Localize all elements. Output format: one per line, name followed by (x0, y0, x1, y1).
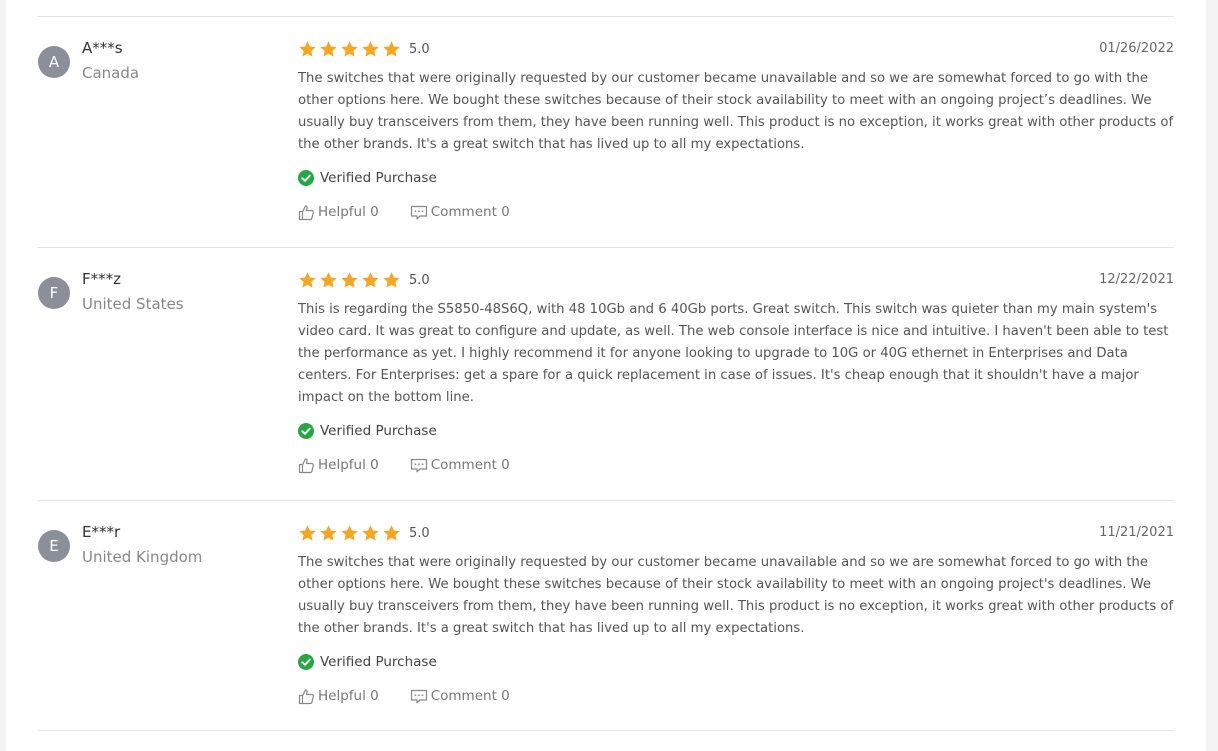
star-icon (299, 271, 316, 288)
reviewer-name: E***r (82, 523, 121, 541)
helpful-button[interactable]: Helpful 0 (298, 457, 379, 474)
star-icon (383, 524, 400, 541)
check-circle-icon (298, 423, 314, 439)
reviewer-name: F***z (82, 270, 122, 288)
check-circle-icon (298, 654, 314, 670)
star-rating (298, 271, 401, 290)
review-text: The switches that were originally reques… (298, 555, 1174, 636)
thumbs-up-icon (298, 688, 314, 704)
review-actions: Helpful 0 Comment 0 (298, 455, 1174, 475)
thumbs-up-icon (298, 204, 314, 220)
rating-row: 5.0 (298, 39, 1174, 59)
star-icon (383, 271, 400, 288)
verified-label: Verified Purchase (320, 170, 437, 186)
rating-row: 5.0 (298, 270, 1174, 290)
star-rating (298, 40, 401, 59)
star-icon (383, 40, 400, 57)
reviewer-country: Canada (82, 64, 140, 82)
review-date: 11/21/2021 (1099, 525, 1174, 540)
rating-value: 5.0 (409, 525, 430, 541)
review-date: 12/22/2021 (1099, 272, 1174, 287)
review-actions: Helpful 0 Comment 0 (298, 202, 1174, 222)
reviews-panel: A A***s Canada 5.0 01/26/2022 The switch… (6, 0, 1206, 751)
avatar: A (38, 46, 70, 78)
comment-button[interactable]: Comment 0 (410, 688, 510, 705)
comment-icon (410, 689, 427, 703)
star-icon (320, 271, 337, 288)
comment-label: Comment 0 (430, 204, 510, 220)
star-icon (341, 524, 358, 541)
check-circle-icon (298, 170, 314, 186)
comment-label: Comment 0 (430, 688, 510, 704)
helpful-button[interactable]: Helpful 0 (298, 688, 379, 705)
review-item: A A***s Canada 5.0 01/26/2022 The switch… (38, 16, 1174, 247)
rating-row: 5.0 (298, 523, 1174, 543)
review-item: E E***r United Kingdom 5.0 11/21/2021 Th… (38, 500, 1174, 731)
star-icon (320, 524, 337, 541)
star-icon (320, 40, 337, 57)
rating-value: 5.0 (409, 272, 430, 288)
verified-label: Verified Purchase (320, 654, 437, 670)
comment-label: Comment 0 (430, 457, 510, 473)
thumbs-up-icon (298, 457, 314, 473)
reviewer-country: United Kingdom (82, 548, 203, 566)
reviewer-name: A***s (82, 39, 123, 57)
helpful-label: Helpful 0 (318, 688, 379, 704)
review-actions: Helpful 0 Comment 0 (298, 686, 1174, 706)
comment-icon (410, 458, 427, 472)
review-date: 01/26/2022 (1099, 41, 1174, 56)
comment-button[interactable]: Comment 0 (410, 204, 510, 221)
star-icon (341, 40, 358, 57)
review-body: 5.0 01/26/2022 The switches that were or… (298, 39, 1174, 222)
star-icon (362, 271, 379, 288)
verified-purchase: Verified Purchase (298, 168, 1174, 188)
star-icon (299, 40, 316, 57)
review-body: 5.0 11/21/2021 The switches that were or… (298, 523, 1174, 706)
comment-icon (410, 205, 427, 219)
review-text: This is regarding the S5850-48S6Q, with … (298, 302, 1169, 405)
comment-button[interactable]: Comment 0 (410, 457, 510, 474)
rating-value: 5.0 (409, 41, 430, 57)
star-icon (299, 524, 316, 541)
review-text: The switches that were originally reques… (298, 71, 1174, 152)
review-list: A A***s Canada 5.0 01/26/2022 The switch… (38, 16, 1174, 731)
reviewer-country: United States (82, 295, 184, 313)
review-body: 5.0 12/22/2021 This is regarding the S58… (298, 270, 1174, 475)
verified-purchase: Verified Purchase (298, 652, 1174, 672)
review-item: F F***z United States 5.0 12/22/2021 Thi… (38, 247, 1174, 500)
helpful-label: Helpful 0 (318, 457, 379, 473)
star-icon (362, 40, 379, 57)
star-icon (341, 271, 358, 288)
star-icon (362, 524, 379, 541)
avatar: F (38, 277, 70, 309)
avatar: E (38, 530, 70, 562)
verified-label: Verified Purchase (320, 423, 437, 439)
star-rating (298, 524, 401, 543)
helpful-button[interactable]: Helpful 0 (298, 204, 379, 221)
helpful-label: Helpful 0 (318, 204, 379, 220)
verified-purchase: Verified Purchase (298, 421, 1174, 441)
